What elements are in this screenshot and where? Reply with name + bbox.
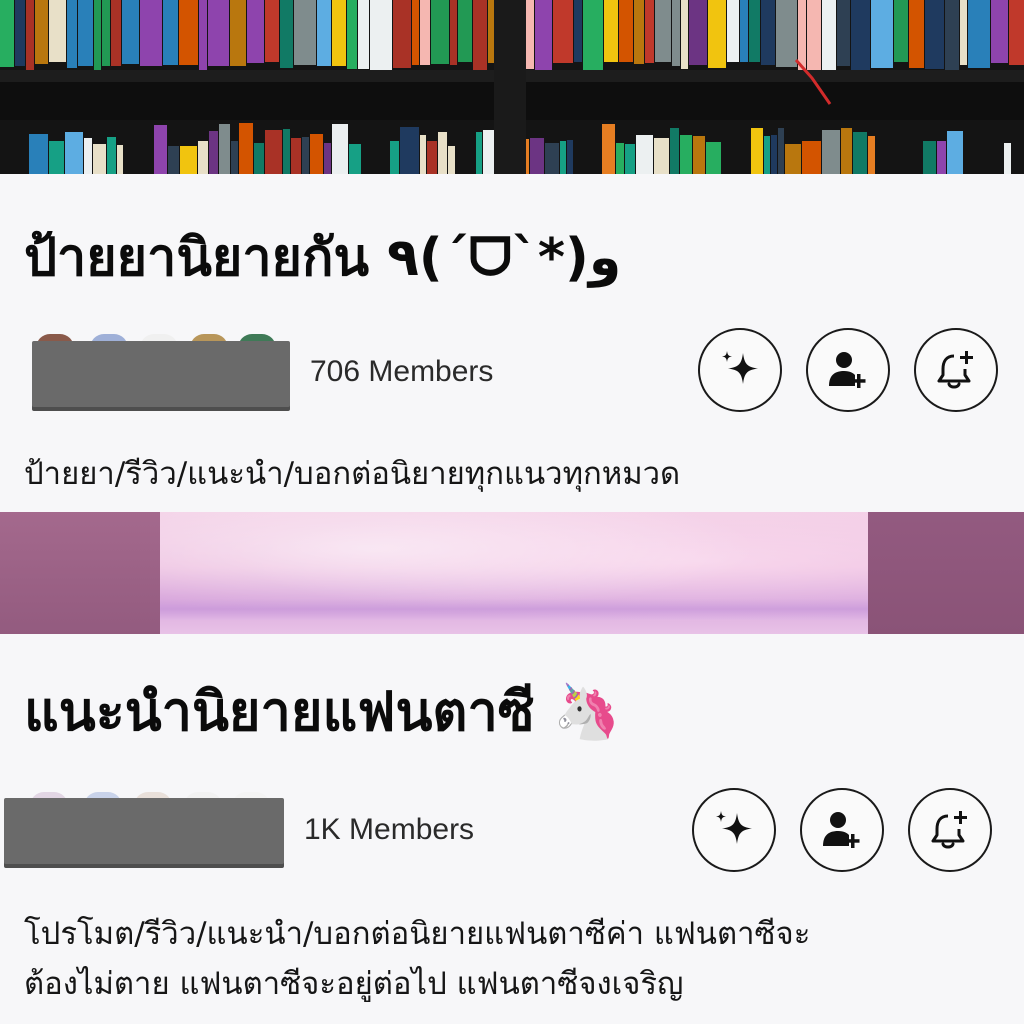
- group-1-banner-image[interactable]: [0, 0, 1024, 174]
- group-2-banner-image[interactable]: [0, 512, 1024, 634]
- group-2-ai-button[interactable]: [692, 788, 776, 872]
- member-avatars-redacted: [32, 341, 290, 407]
- add-person-icon: [826, 348, 870, 392]
- bell-plus-icon: [934, 348, 978, 392]
- group-2-description-line-1: โปรโมต/รีวิว/แนะนำ/บอกต่อนิยายแฟนตาซีค่า…: [24, 916, 811, 952]
- group-2-member-count[interactable]: 1K Members: [304, 812, 474, 848]
- group-2-join-button[interactable]: [800, 788, 884, 872]
- group-1-member-count[interactable]: 706 Members: [310, 354, 493, 390]
- bell-plus-icon: [928, 808, 972, 852]
- banner-blur-left: [0, 512, 160, 634]
- sparkle-icon: [717, 347, 763, 393]
- group-1-join-button[interactable]: [806, 328, 890, 412]
- group-2-title[interactable]: แนะนำนิยายแฟนตาซี 🦄: [24, 680, 621, 744]
- group-1-title[interactable]: ป้ายยานิยายกัน ٩(ˊᗜˋ*)و: [24, 226, 621, 290]
- add-person-icon: [820, 808, 864, 852]
- group-1-ai-button[interactable]: [698, 328, 782, 412]
- group-1-notify-button[interactable]: [914, 328, 998, 412]
- group-2-description-line-2: ต้องไม่ตาย แฟนตาซีจะอยู่ต่อไป แฟนตาซีจงเ…: [24, 966, 684, 1002]
- pink-sky-image: [160, 512, 868, 634]
- group-2-notify-button[interactable]: [908, 788, 992, 872]
- sparkle-icon: [711, 807, 757, 853]
- group-1-description: ป้ายยา/รีวิว/แนะนำ/บอกต่อนิยายทุกแนวทุกห…: [24, 456, 681, 492]
- member-avatars-redacted: [4, 798, 284, 864]
- bookshelf-illustration: [0, 0, 1024, 174]
- banner-blur-right: [868, 512, 1024, 634]
